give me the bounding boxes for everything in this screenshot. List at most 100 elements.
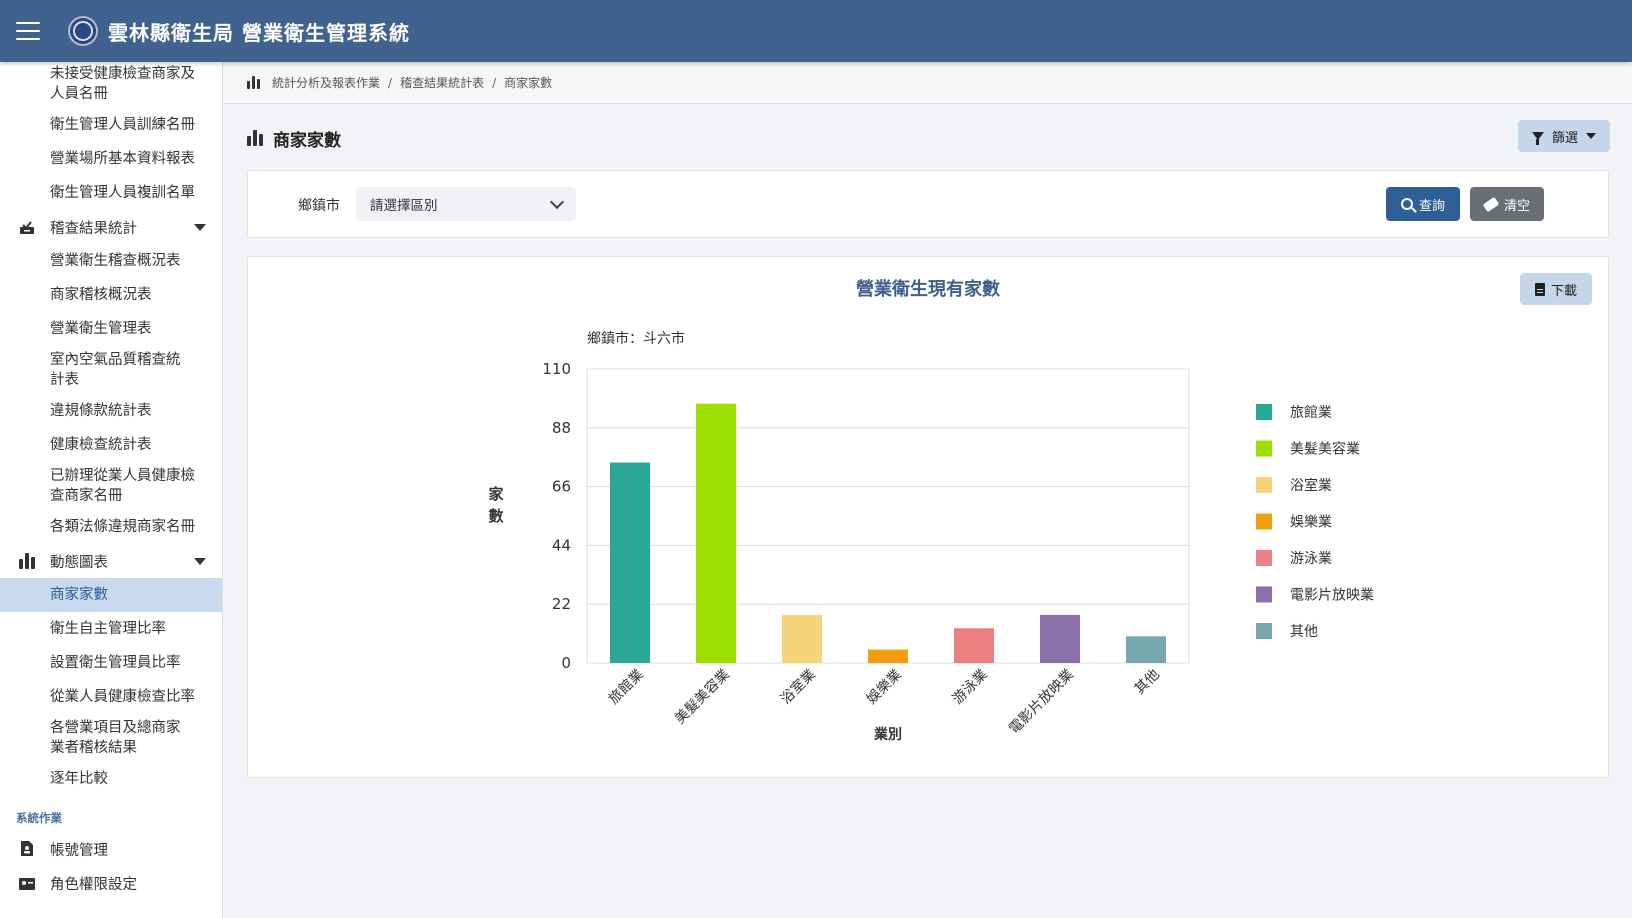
caret-down-icon: [194, 557, 206, 565]
inbox-check-icon: [18, 219, 36, 235]
sidebar-item-unchecked-health-roster[interactable]: 未接受健康檢查商家及人員名冊: [0, 62, 222, 108]
sidebar-group-charts[interactable]: 動態圖表: [0, 544, 222, 578]
download-label: 下載: [1550, 283, 1577, 299]
sidebar-item-violation-roster[interactable]: 各類法條違規商家名冊: [0, 510, 222, 544]
x-tick-label: 美髮美容業: [671, 666, 733, 728]
bar-chart: 022446688110鄉鎮市：斗六市家數旅館業 美髮美容業 浴室業 娛樂業 游泳業 電影…: [488, 330, 1374, 743]
search-button-label: 查詢: [1418, 198, 1445, 214]
filter-label: 篩選: [1551, 130, 1578, 146]
x-tick-label: 娛樂業: [863, 666, 905, 708]
legend-swatch: [1256, 404, 1272, 420]
sidebar-item-hygiene-management[interactable]: 營業衛生管理表: [0, 312, 222, 346]
breadcrumb-item-current: 商家家數: [504, 76, 553, 90]
bar-chart-icon: [247, 129, 263, 146]
y-tick-label: 44: [552, 536, 571, 554]
sidebar-item-account-management[interactable]: 帳號管理: [0, 832, 222, 866]
user-file-icon: [18, 841, 36, 857]
chart-subtitle: 鄉鎮市：斗六市: [587, 330, 685, 347]
download-button[interactable]: 下載: [1520, 273, 1592, 305]
sidebar-item-inspection-overview[interactable]: 營業衛生稽查概況表: [0, 244, 222, 278]
top-navbar: 雲林縣衛生局 營業衛生管理系統: [0, 0, 1632, 62]
sidebar-item-violation-stats[interactable]: 違規條款統計表: [0, 394, 222, 428]
breadcrumb-item-stats[interactable]: 統計分析及報表作業: [272, 74, 380, 91]
sidebar-item-audit-overview[interactable]: 商家稽核概況表: [0, 278, 222, 312]
file-download-icon: [1534, 282, 1545, 296]
sidebar-item-manager-rate[interactable]: 設置衛生管理員比率: [0, 646, 222, 680]
x-tick-label: 游泳業: [950, 667, 991, 708]
y-tick-label: 66: [552, 478, 571, 496]
town-select-value: 請選擇區別: [370, 198, 438, 214]
y-tick-label: 0: [561, 654, 571, 672]
chart-title: 營業衛生現有家數: [856, 279, 1000, 300]
sidebar-group-label: 動態圖表: [50, 554, 108, 571]
x-tick-label: 電影片放映業: [1006, 667, 1077, 738]
bar-6: [1040, 614, 1080, 663]
town-select[interactable]: 請選擇區別: [356, 187, 576, 221]
clear-button[interactable]: 清空: [1470, 187, 1544, 221]
y-tick-label: 88: [552, 419, 571, 437]
sidebar: 未接受健康檢查商家及人員名冊 衛生管理人員訓練名冊 營業場所基本資料報表 衛生管…: [0, 62, 223, 918]
filter-icon: [1531, 132, 1544, 145]
main-content: 統計分析及報表作業 / 稽查結果統計表 / 商家家數 商家家數 篩選 鄉鎮市 請…: [224, 62, 1632, 918]
legend-swatch: [1256, 550, 1272, 566]
sidebar-section-system: 系統作業: [16, 811, 62, 825]
legend-swatch: [1256, 623, 1272, 639]
x-axis-label: 業別: [873, 726, 902, 743]
legend-swatch: [1256, 586, 1272, 603]
menu-icon[interactable]: [16, 22, 40, 40]
y-tick-label: 22: [552, 595, 571, 613]
bar-chart-icon: [247, 76, 260, 89]
plot-area: [586, 368, 1190, 664]
sidebar-group-label: 稽查結果統計: [50, 220, 137, 237]
y-axis-label: 數: [488, 507, 503, 525]
search-button[interactable]: 查詢: [1386, 187, 1460, 221]
legend-swatch: [1256, 477, 1272, 493]
legend-label: 娛樂業: [1290, 514, 1332, 531]
query-panel: 鄉鎮市 請選擇區別 查詢 清空: [247, 170, 1609, 238]
legend-label: 其他: [1290, 624, 1318, 640]
bar-4: [868, 649, 908, 663]
page-header: 商家家數: [247, 122, 341, 154]
sidebar-group-inspection[interactable]: 稽查結果統計: [0, 210, 222, 244]
filter-button[interactable]: 篩選: [1518, 120, 1610, 152]
sidebar-item-label: 角色權限設定: [50, 876, 137, 893]
sidebar-item-health-check-stats[interactable]: 健康檢查統計表: [0, 428, 222, 462]
x-tick-label: 旅館業: [605, 666, 647, 708]
agency-logo: [68, 16, 98, 46]
sidebar-item-premises-report[interactable]: 營業場所基本資料報表: [0, 142, 222, 176]
clear-button-label: 清空: [1503, 198, 1530, 214]
app-title: 雲林縣衛生局 營業衛生管理系統: [108, 20, 410, 45]
caret-down-icon: [194, 223, 206, 231]
legend-label: 游泳業: [1290, 551, 1332, 567]
legend-swatch: [1256, 440, 1272, 457]
breadcrumb-separator: /: [492, 75, 497, 90]
sidebar-item-health-checked-roster[interactable]: 已辦理從業人員健康檢查商家名冊: [0, 462, 222, 510]
chevron-down-icon: [549, 194, 565, 210]
page-title: 商家家數: [273, 130, 341, 151]
sidebar-item-air-quality[interactable]: 室內空氣品質稽查統計表: [0, 346, 200, 394]
bar-3: [782, 614, 822, 663]
sidebar-item-merchant-count[interactable]: 商家家數: [0, 578, 222, 612]
x-tick-label: 其他: [1132, 667, 1163, 698]
sidebar-item-training-roster[interactable]: 衛生管理人員訓練名冊: [0, 108, 222, 142]
breadcrumb-separator: /: [388, 75, 393, 90]
legend-swatch: [1256, 513, 1272, 530]
bar-5: [954, 628, 994, 663]
search-icon: [1400, 198, 1413, 210]
bar-2: [696, 403, 736, 663]
sidebar-item-yearly-compare[interactable]: 逐年比較: [0, 762, 222, 796]
legend-label: 旅館業: [1290, 404, 1332, 421]
legend-label: 美髮美容業: [1290, 441, 1360, 458]
breadcrumb: 統計分析及報表作業 / 稽查結果統計表 / 商家家數: [224, 62, 1632, 104]
sidebar-item-role-permissions[interactable]: 角色權限設定: [0, 866, 222, 900]
sidebar-item-health-check-rate[interactable]: 從業人員健康檢查比率: [0, 680, 222, 714]
sidebar-item-audit-results[interactable]: 各營業項目及總商家業者稽核結果: [0, 714, 200, 762]
legend-label: 電影片放映業: [1290, 588, 1374, 604]
bar-7: [1126, 636, 1166, 663]
sidebar-item-retraining-list[interactable]: 衛生管理人員複訓名單: [0, 176, 222, 210]
id-card-icon: [18, 875, 36, 891]
sidebar-item-self-management-rate[interactable]: 衛生自主管理比率: [0, 612, 222, 646]
breadcrumb-item-inspection[interactable]: 稽查結果統計表: [400, 74, 484, 91]
sidebar-item-label: 帳號管理: [50, 842, 108, 859]
town-label: 鄉鎮市: [298, 198, 340, 214]
